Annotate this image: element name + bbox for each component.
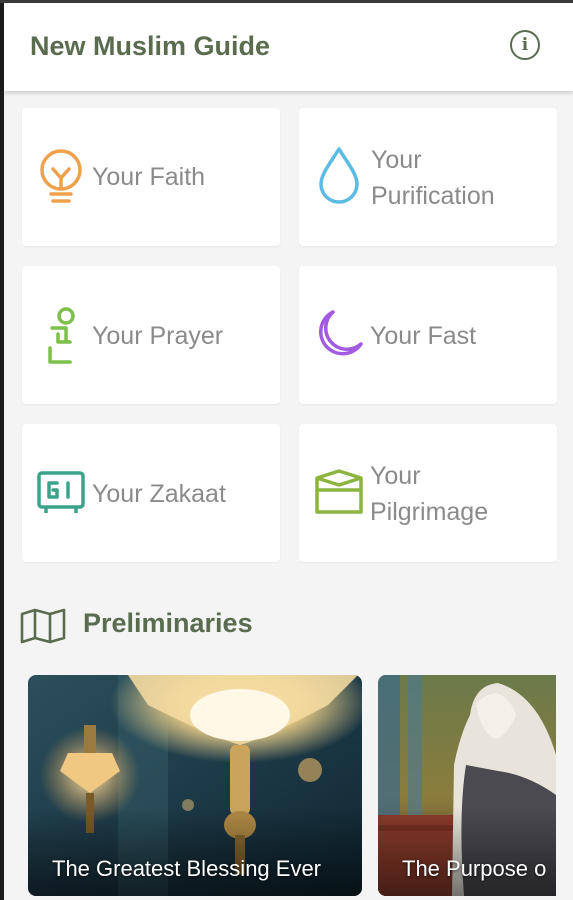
topic-card-fast[interactable]: Your Fast: [299, 266, 557, 404]
lesson-card-greatest-blessing[interactable]: The Greatest Blessing Ever: [28, 675, 362, 896]
topic-label-line2: Purification: [371, 182, 495, 210]
prayer-icon: [48, 307, 75, 364]
map-icon: [20, 608, 66, 644]
safe-icon: [37, 471, 85, 513]
kaaba-icon: [315, 469, 363, 514]
topic-label-line1: Your: [371, 146, 422, 174]
section-title: Preliminaries: [83, 608, 253, 638]
topic-card-faith[interactable]: Your Faith: [22, 108, 280, 246]
topic-card-zakaat[interactable]: Your Zakaat: [22, 424, 280, 562]
app-title: New Muslim Guide: [30, 31, 271, 61]
topic-label: Your Prayer: [92, 322, 224, 350]
topic-card-pilgrimage[interactable]: Your Pilgrimage: [299, 424, 557, 562]
topic-label: Your Zakaat: [92, 480, 226, 508]
info-button[interactable]: i: [510, 30, 540, 60]
topic-card-prayer[interactable]: Your Prayer: [22, 266, 280, 404]
topic-label: Your Faith: [92, 163, 206, 191]
topic-card-purification[interactable]: Your Purification: [299, 108, 557, 246]
app-bar: New Muslim Guide i: [4, 3, 573, 91]
lesson-card-purpose[interactable]: The Purpose o: [378, 675, 556, 896]
water-drop-icon: [319, 147, 359, 204]
lesson-caption: The Purpose o: [402, 856, 547, 881]
info-circle-icon: i: [521, 34, 529, 55]
window-frame-left: [0, 0, 4, 900]
topic-label-line1: Your: [370, 462, 421, 490]
lightbulb-icon: [40, 149, 82, 203]
preliminaries-header: Preliminaries: [20, 606, 320, 646]
crescent-moon-icon: [319, 310, 363, 356]
lesson-caption: The Greatest Blessing Ever: [52, 856, 322, 881]
topic-label: Your Fast: [370, 322, 477, 350]
topic-label-line2: Pilgrimage: [370, 498, 489, 526]
